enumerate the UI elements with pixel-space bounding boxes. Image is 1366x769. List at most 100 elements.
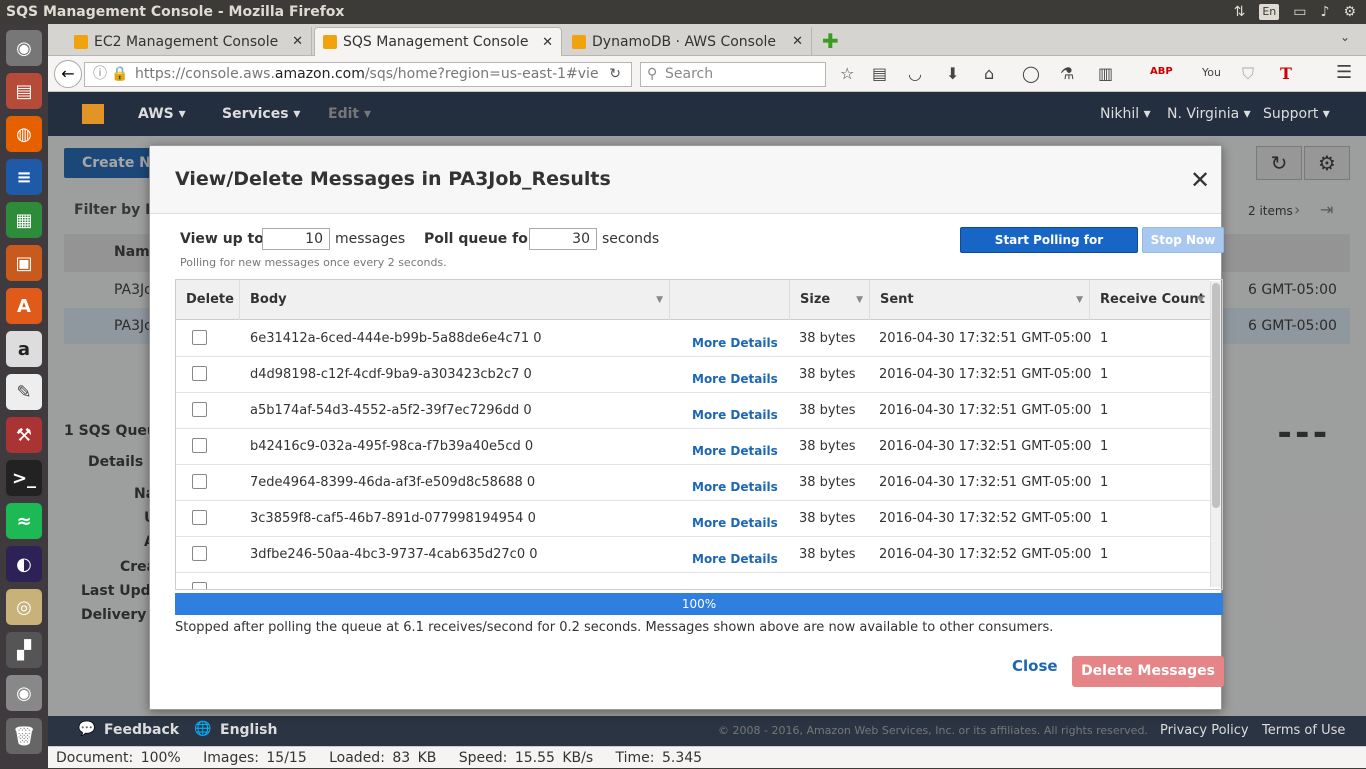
shield-icon[interactable]: ⛉ — [1242, 64, 1254, 84]
reading-list-icon[interactable]: ▤ — [872, 64, 887, 83]
reload-icon[interactable]: ↻ — [603, 63, 621, 86]
delete-checkbox[interactable] — [192, 330, 207, 345]
close-tab-icon[interactable]: ✕ — [292, 34, 303, 49]
region-menu[interactable]: N. Virginia ▾ — [1167, 92, 1251, 136]
body-column-header[interactable]: Body ▼ — [240, 280, 670, 320]
message-sent: 2016-04-30 17:32:51 GMT-05:00 — [879, 403, 1092, 418]
browser-tab-bar: EC2 Management Console ✕ SQS Management … — [48, 24, 1366, 56]
dvd-icon[interactable]: ◉ — [6, 675, 42, 711]
more-details-link[interactable]: More Details — [692, 433, 778, 469]
search-input[interactable]: ⚲ Search — [640, 62, 826, 87]
url-bar[interactable]: ⓘ 🔒 https://console.aws.amazon.com/sqs/h… — [84, 62, 632, 87]
close-tab-icon[interactable]: ✕ — [542, 35, 553, 50]
keyboard-layout-indicator[interactable]: En — [1259, 4, 1280, 20]
messages-table: Delete Body ▼ Size ▼ Sent ▼ Receive Count ▼ … — [175, 279, 1223, 590]
dialog-header: View/Delete Messages in PA3Job_Results ✕ — [150, 146, 1221, 214]
bookmark-star-icon[interactable]: ☆ — [840, 64, 854, 83]
url-path: /sqs/home?region=us-east-1#vie — [364, 66, 599, 82]
poll-duration-input[interactable]: 30 — [529, 228, 597, 250]
extension-icon[interactable]: ⚗ — [1060, 64, 1074, 83]
text-editor-icon[interactable]: ✎ — [6, 374, 42, 410]
tab-dynamodb[interactable]: DynamoDB · AWS Console ✕ — [564, 27, 812, 56]
delete-checkbox[interactable] — [192, 546, 207, 561]
translate-t-icon[interactable]: T — [1280, 64, 1292, 83]
receive-count-column-header[interactable]: Receive Count ▼ — [1090, 280, 1210, 320]
download-icon[interactable]: ⬇ — [946, 64, 959, 83]
info-icon[interactable]: ⓘ — [93, 63, 107, 86]
edit-menu[interactable]: Edit ▾ — [328, 92, 371, 136]
feedback-icon[interactable]: 💬 — [78, 721, 95, 737]
table-row: 3c3859f8-caf5-46b7-891d-077998194954 0 M… — [176, 501, 1210, 537]
youtube-icon[interactable]: You — [1202, 66, 1221, 79]
calc-icon[interactable]: ▦ — [6, 202, 42, 238]
more-details-link[interactable]: More Details — [692, 397, 778, 433]
chat-icon[interactable]: ◯ — [1022, 64, 1040, 83]
image-viewer-icon[interactable]: ◎ — [6, 589, 42, 625]
language-selector[interactable]: English — [220, 722, 277, 738]
aws-logo-icon[interactable] — [82, 104, 104, 124]
delete-checkbox[interactable] — [192, 438, 207, 453]
table-scrollbar[interactable] — [1210, 281, 1221, 587]
eclipse-icon[interactable]: ◐ — [6, 546, 42, 582]
delete-checkbox[interactable] — [192, 510, 207, 525]
delete-checkbox[interactable] — [192, 582, 207, 589]
more-details-link[interactable]: More Details — [692, 505, 778, 541]
volume-icon[interactable]: ♪ — [1321, 0, 1330, 24]
pocket-icon[interactable]: ◡ — [908, 64, 922, 83]
size-column-header[interactable]: Size ▼ — [790, 280, 870, 320]
battery-icon[interactable]: ▭ — [1293, 0, 1306, 24]
delete-checkbox[interactable] — [192, 402, 207, 417]
more-details-link[interactable]: More Details — [692, 325, 778, 361]
stop-now-button[interactable]: Stop Now — [1142, 227, 1224, 253]
delete-checkbox[interactable] — [192, 474, 207, 489]
tab-label: SQS Management Console — [343, 34, 529, 50]
aws-menu[interactable]: AWS ▾ — [138, 92, 186, 136]
start-polling-button[interactable]: Start Polling for Messages — [960, 227, 1138, 271]
hamburger-menu-icon[interactable]: ☰ — [1336, 62, 1352, 83]
terms-of-use-link[interactable]: Terms of Use — [1262, 723, 1345, 738]
delete-messages-button[interactable]: Delete Messages — [1072, 656, 1224, 687]
trash-icon[interactable]: 🗑 — [6, 718, 42, 754]
close-button[interactable]: Close — [1012, 657, 1058, 675]
close-icon[interactable]: ✕ — [1185, 166, 1215, 194]
search-placeholder: Search — [665, 66, 714, 82]
new-tab-plus-icon[interactable]: ✚ — [822, 29, 839, 53]
software-center-icon[interactable]: A — [6, 288, 42, 324]
more-details-link[interactable]: More Details — [692, 469, 778, 505]
privacy-policy-link[interactable]: Privacy Policy — [1160, 723, 1249, 738]
close-tab-icon[interactable]: ✕ — [792, 34, 803, 49]
spotify-icon[interactable]: ≈ — [6, 503, 42, 539]
back-arrow-icon[interactable]: ← — [54, 60, 82, 88]
more-details-link[interactable]: More Details — [692, 361, 778, 397]
scrollbar-thumb[interactable] — [1212, 283, 1220, 508]
support-menu[interactable]: Support ▾ — [1263, 92, 1330, 136]
impress-icon[interactable]: ▣ — [6, 245, 42, 281]
settings-gear-icon[interactable]: ⚙ — [1343, 0, 1356, 24]
delete-column-header: Delete — [176, 280, 240, 320]
writer-icon[interactable]: ≡ — [6, 159, 42, 195]
feedback-link[interactable]: Feedback — [104, 722, 179, 738]
firefox-icon[interactable]: ◍ — [6, 116, 42, 152]
adblock-icon[interactable]: ABP — [1150, 66, 1173, 77]
delete-checkbox[interactable] — [192, 366, 207, 381]
services-menu[interactable]: Services ▾ — [222, 92, 300, 136]
message-sent: 2016-04-30 17:32:51 GMT-05:00 — [879, 439, 1092, 454]
sent-column-header[interactable]: Sent ▼ — [870, 280, 1090, 320]
home-icon[interactable]: ⌂ — [984, 64, 994, 83]
tab-list-chevron-icon[interactable]: ⌄ — [1340, 30, 1350, 44]
table-row: b42416c9-032a-495f-98ca-f7b39a40e5cd 0 M… — [176, 429, 1210, 465]
workspace-switcher-icon[interactable]: ▞ — [6, 632, 42, 668]
user-menu[interactable]: Nikhil ▾ — [1100, 92, 1151, 136]
view-up-to-input[interactable]: 10 — [262, 228, 330, 250]
terminal-icon[interactable]: >_ — [6, 460, 42, 496]
clipboard-icon[interactable]: ▥ — [1098, 64, 1113, 83]
tab-ec2[interactable]: EC2 Management Console ✕ — [66, 27, 312, 56]
amazon-icon[interactable]: a — [6, 331, 42, 367]
network-sort-icon[interactable]: ⇅ — [1234, 0, 1246, 24]
dash-home-icon[interactable]: ◉ — [6, 30, 42, 66]
aws-cube-icon — [323, 35, 337, 49]
more-details-link[interactable]: More Details — [692, 541, 778, 577]
system-settings-icon[interactable]: ⚒ — [6, 417, 42, 453]
tab-sqs[interactable]: SQS Management Console ✕ — [314, 27, 562, 56]
files-icon[interactable]: ▤ — [6, 73, 42, 109]
